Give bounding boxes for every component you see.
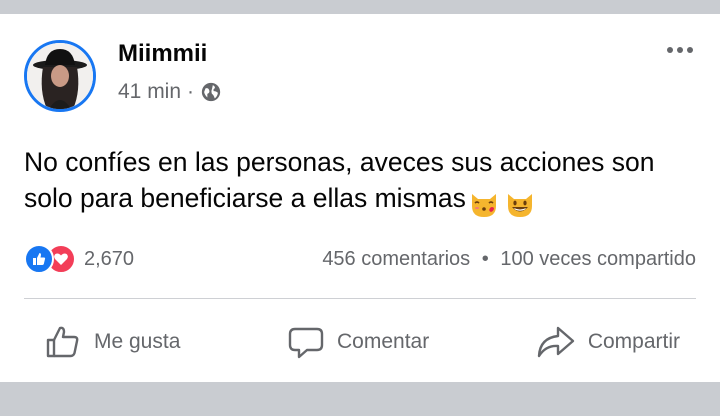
reaction-count: 2,670 [84, 247, 135, 270]
share-button[interactable]: Compartir [536, 310, 680, 374]
like-button-label: Me gusta [94, 330, 181, 353]
more-dot-icon [677, 47, 683, 53]
more-options-button[interactable] [662, 40, 698, 60]
globe-icon [201, 82, 221, 102]
reaction-summary[interactable]: 2,670 [24, 244, 134, 274]
kissing-cat-emoji [471, 194, 496, 217]
comments-count-link[interactable]: 456 comentarios [322, 248, 470, 270]
meta-separator: · [187, 80, 195, 103]
avatar[interactable] [24, 40, 96, 112]
post-emojis [468, 184, 536, 220]
grinning-cat-emoji [507, 194, 532, 217]
post-meta: 41 min · [118, 80, 222, 104]
shares-count-link[interactable]: 100 veces compartido [500, 248, 696, 270]
more-dot-icon [667, 47, 673, 53]
divider [24, 298, 696, 299]
comment-button-label: Comentar [337, 330, 430, 353]
avatar-photo [27, 43, 93, 109]
thumbs-up-icon [46, 326, 79, 358]
stats-separator: • [481, 248, 489, 270]
post-stats: 2,670 456 comentarios • 100 veces compar… [24, 244, 696, 276]
post-text: No confíes en las personas, aveces sus a… [24, 147, 655, 213]
like-reaction-icon [24, 244, 54, 274]
comment-bubble-icon [288, 327, 324, 359]
engagement-counts: 456 comentarios • 100 veces compartido [322, 248, 696, 271]
post-time[interactable]: 41 min [118, 80, 181, 104]
share-arrow-icon [537, 326, 575, 358]
like-button[interactable]: Me gusta [44, 310, 180, 374]
comment-button[interactable]: Comentar [287, 310, 429, 374]
post-card: Miimmii 41 min · No confíes en las perso… [0, 14, 720, 382]
post-body: No confíes en las personas, aveces sus a… [24, 144, 694, 220]
post-actions: Me gusta Comentar Compartir [0, 310, 720, 374]
post-author-name[interactable]: Miimmii [118, 40, 207, 68]
share-button-label: Compartir [587, 330, 680, 353]
more-dot-icon [687, 47, 693, 53]
